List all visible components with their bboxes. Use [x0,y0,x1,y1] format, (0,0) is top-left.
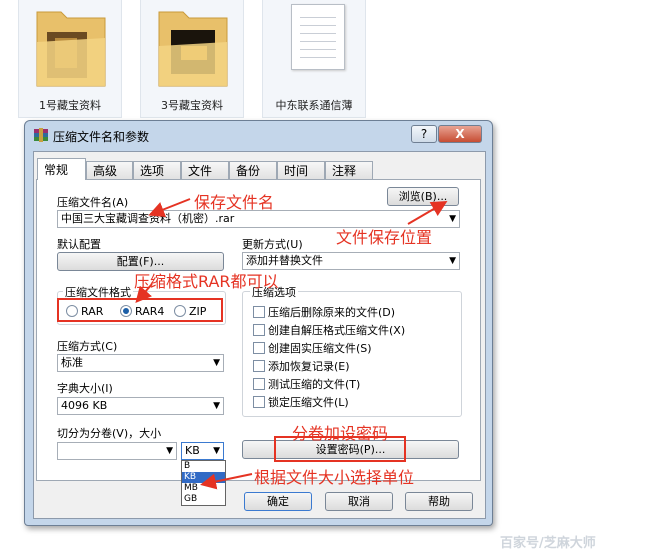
arrow-to-unit [200,473,253,490]
arrow-to-browse [407,200,448,225]
tab-general[interactable]: 常规 [37,158,86,180]
annotation-arrows [135,198,448,490]
arrow-to-filename [148,198,191,218]
arrow-to-format [135,283,153,304]
watermark: 百家号/芝麻大师 [500,536,596,551]
